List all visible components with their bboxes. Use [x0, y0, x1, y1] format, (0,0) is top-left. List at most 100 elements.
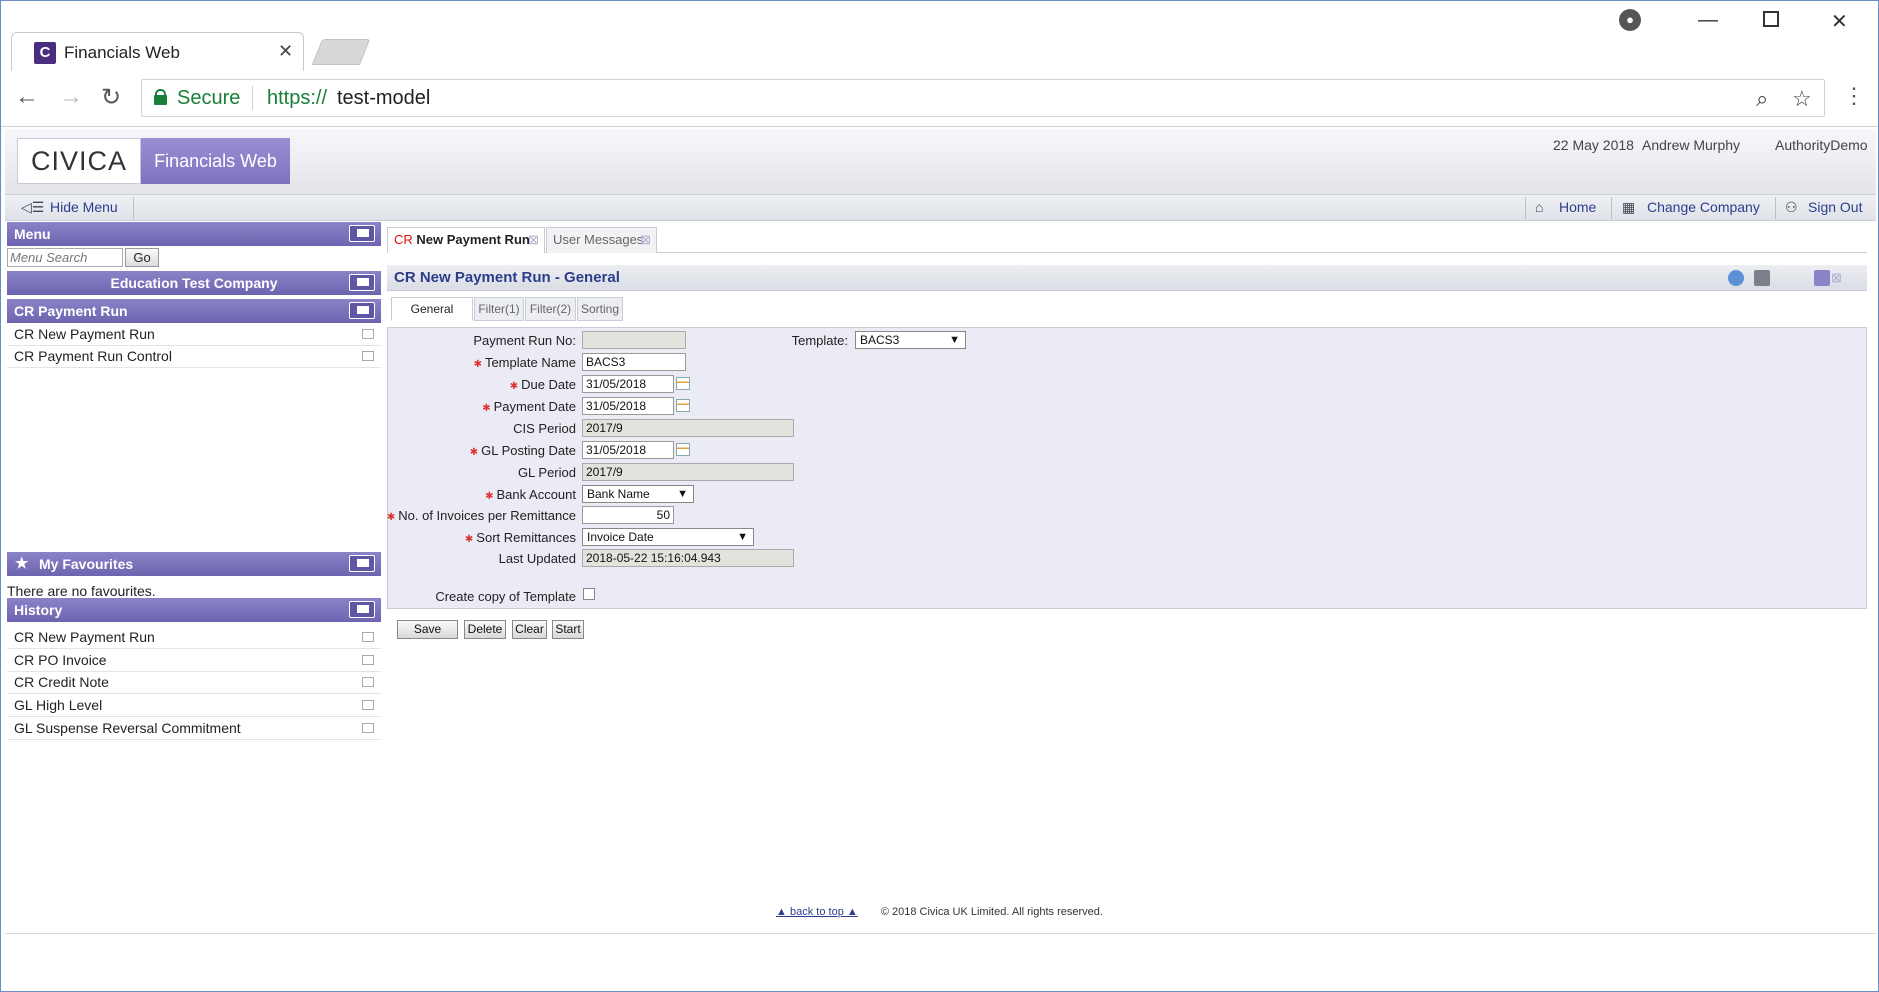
history-item-label: CR New Payment Run	[14, 629, 155, 645]
zoom-icon[interactable]: ⌕	[1756, 86, 1768, 112]
form-title: CR New Payment Run - General	[394, 269, 620, 286]
history-header: History	[7, 598, 381, 622]
history-item[interactable]: GL Suspense Reversal Commitment	[7, 718, 381, 740]
sort-remittances-text: Sort Remittances	[476, 530, 576, 545]
back-arrow-icon[interactable]: ←	[15, 83, 39, 111]
window-icon[interactable]	[1814, 270, 1830, 286]
required-icon: ✱	[469, 447, 479, 458]
url-scheme: https://	[267, 87, 328, 109]
change-company-icon[interactable]: ▦	[1622, 199, 1640, 215]
bank-account-select[interactable]: Bank Name ▼	[582, 485, 694, 503]
close-tab-icon[interactable]: ✕	[278, 41, 293, 62]
payment-date-input[interactable]: 31/05/2018	[582, 397, 674, 415]
save-button[interactable]: Save	[397, 620, 458, 639]
close-tab-icon[interactable]: ⊠	[640, 228, 651, 252]
home-link[interactable]: Home	[1559, 199, 1596, 215]
tab-new-payment-run[interactable]: CR New Payment Run ⊠	[387, 227, 545, 253]
close-tab-icon[interactable]: ⊠	[528, 228, 539, 252]
due-date-text: Due Date	[521, 377, 576, 392]
open-window-icon[interactable]	[362, 677, 374, 687]
history-item[interactable]: CR New Payment Run	[7, 627, 381, 649]
hide-menu-link[interactable]: Hide Menu	[50, 199, 118, 215]
history-item[interactable]: CR Credit Note	[7, 672, 381, 694]
menu-search-go-button[interactable]: Go	[125, 248, 159, 267]
footer-divider	[5, 933, 1876, 934]
subtab-general[interactable]: General	[391, 297, 473, 321]
forward-arrow-icon[interactable]: →	[59, 83, 83, 111]
clear-button[interactable]: Clear	[512, 620, 547, 639]
panel-toggle-icon[interactable]	[349, 225, 375, 242]
home-icon[interactable]: ⌂	[1535, 199, 1553, 215]
minimize-icon[interactable]: —	[1698, 9, 1718, 32]
delete-button[interactable]: Delete	[464, 620, 506, 639]
sort-remittances-value: Invoice Date	[587, 530, 654, 544]
open-window-icon[interactable]	[362, 655, 374, 665]
history-item-label: CR Credit Note	[14, 674, 109, 690]
open-window-icon[interactable]	[362, 329, 374, 339]
open-window-icon[interactable]	[362, 351, 374, 361]
browser-menu-icon[interactable]: ⋮	[1843, 83, 1865, 109]
menu-section-header[interactable]: CR Payment Run	[7, 299, 381, 323]
open-window-icon[interactable]	[362, 700, 374, 710]
calendar-icon[interactable]	[676, 377, 690, 390]
company-header: Education Test Company	[7, 271, 381, 295]
print-icon[interactable]	[1754, 270, 1770, 286]
menu-item[interactable]: CR New Payment Run	[7, 324, 381, 346]
change-company-link[interactable]: Change Company	[1647, 199, 1760, 215]
menu-search-input[interactable]: Menu Search	[7, 248, 123, 267]
required-icon: ✱	[473, 359, 482, 370]
close-window-icon[interactable]: ✕	[1831, 9, 1848, 34]
tab-user-messages[interactable]: User Messages ⊠	[546, 227, 657, 253]
sign-out-icon[interactable]: ⚇	[1785, 199, 1803, 215]
start-button[interactable]: Start	[552, 620, 584, 639]
due-date-label: ✱ Due Date	[376, 377, 576, 392]
create-copy-checkbox[interactable]	[583, 588, 595, 600]
section-collapse-icon[interactable]	[349, 302, 375, 319]
open-window-icon[interactable]	[362, 723, 374, 733]
template-select[interactable]: BACS3 ▼	[855, 331, 966, 349]
due-date-input[interactable]: 31/05/2018	[582, 375, 674, 393]
sign-out-link[interactable]: Sign Out	[1808, 199, 1862, 215]
menu-item[interactable]: CR Payment Run Control	[7, 346, 381, 368]
history-item[interactable]: CR PO Invoice	[7, 650, 381, 672]
browser-tab[interactable]: C Financials Web ✕	[11, 32, 304, 72]
help-icon[interactable]	[1728, 270, 1744, 286]
gl-period-label: GL Period	[517, 465, 576, 480]
address-bar[interactable]: Secure https:// test-model ⌕ ☆	[141, 79, 1825, 117]
browser-window: C Financials Web ✕ ● — ✕ ← → ↻ Secure ht…	[0, 0, 1879, 992]
invoices-per-remittance-input[interactable]: 50	[582, 506, 674, 524]
hide-menu-icon[interactable]: ◁☰	[21, 199, 44, 215]
sort-remittances-select[interactable]: Invoice Date ▼	[582, 528, 754, 546]
menu-title: Menu	[14, 226, 51, 242]
required-icon: ✱	[485, 491, 494, 502]
bookmark-star-icon[interactable]: ☆	[1792, 86, 1812, 112]
no-favourites-text: There are no favourites.	[7, 583, 156, 599]
new-tab-button[interactable]	[311, 39, 371, 65]
gl-posting-date-label: ✱ GL Posting Date	[376, 443, 576, 458]
profile-icon[interactable]: ●	[1619, 9, 1641, 31]
required-icon: ✱	[509, 381, 519, 392]
company-panel-icon[interactable]	[349, 274, 375, 291]
browser-toolbar: ← → ↻ Secure https:// test-model ⌕ ☆ ⋮	[1, 71, 1878, 127]
gl-posting-date-input[interactable]: 31/05/2018	[582, 441, 674, 459]
maximize-icon[interactable]	[1763, 11, 1779, 27]
subtab-filter1[interactable]: Filter(1)	[474, 297, 524, 321]
open-window-icon[interactable]	[362, 632, 374, 642]
subtab-sorting[interactable]: Sorting	[577, 297, 623, 321]
back-to-top-link[interactable]: ▲ back to top ▲	[776, 906, 858, 918]
payment-run-no-label: Payment Run No:	[473, 333, 576, 348]
close-form-icon[interactable]: ⊠	[1831, 270, 1847, 286]
company-name: Education Test Company	[110, 275, 278, 291]
template-name-input[interactable]: BACS3	[582, 353, 686, 371]
history-item[interactable]: GL High Level	[7, 695, 381, 717]
subtab-filter2[interactable]: Filter(2)	[525, 297, 576, 321]
history-panel-icon[interactable]	[349, 601, 375, 618]
form-area: Payment Run No: Template: BACS3 ▼ ✱ Templ…	[387, 327, 1867, 609]
calendar-icon[interactable]	[676, 443, 690, 456]
calendar-icon[interactable]	[676, 399, 690, 412]
favourites-header: ★ My Favourites	[7, 552, 381, 576]
chevron-down-icon: ▼	[949, 334, 960, 346]
reload-icon[interactable]: ↻	[101, 83, 121, 112]
favourites-panel-icon[interactable]	[349, 555, 375, 572]
menu-item-label: CR New Payment Run	[14, 326, 155, 342]
